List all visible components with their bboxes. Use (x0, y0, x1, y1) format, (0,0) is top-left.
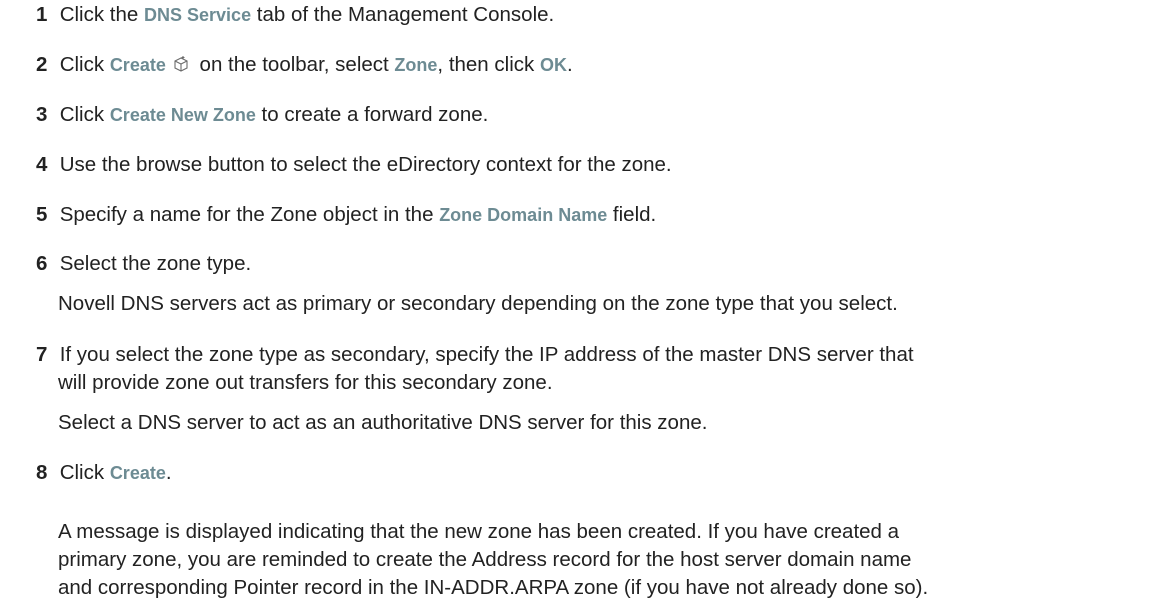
step-text: Select the zone type. (59, 252, 252, 275)
step-number: 8 (36, 461, 48, 484)
step-text: field. (607, 203, 657, 226)
step-8-note-line-3: and corresponding Pointer record in the … (58, 576, 929, 599)
step-8: 8 Click Create. (36, 459, 172, 487)
step-text: Specify a name for the Zone object in th… (59, 203, 440, 226)
step-number: 1 (36, 3, 48, 26)
step-text: Click (59, 53, 110, 76)
ui-term-dns-service: DNS Service (144, 5, 252, 25)
step-1: 1 Click the DNS Service tab of the Manag… (36, 1, 554, 29)
step-2: 2 Click Create on the toolbar, select Zo… (36, 51, 573, 81)
step-6-note: Novell DNS servers act as primary or sec… (58, 292, 898, 315)
step-text: , then click (437, 53, 540, 76)
ui-term-create-new-zone: Create New Zone (109, 105, 256, 125)
step-7: 7 If you select the zone type as seconda… (36, 341, 914, 369)
step-text: . (566, 53, 573, 76)
ui-term-create: Create (109, 463, 166, 483)
create-cube-icon (172, 53, 190, 81)
step-text: to create a forward zone. (255, 103, 489, 126)
ui-term-create: Create (109, 55, 166, 75)
step-3: 3 Click Create New Zone to create a forw… (36, 101, 488, 129)
step-number: 4 (36, 153, 48, 176)
step-7-note: Select a DNS server to act as an authori… (58, 411, 708, 434)
step-text: Click (59, 461, 110, 484)
step-number: 6 (36, 252, 48, 275)
step-text: If you select the zone type as secondary… (59, 343, 914, 366)
step-number: 2 (36, 53, 48, 76)
step-8-note-line-2: primary zone, you are reminded to create… (58, 548, 912, 571)
step-text: Click the (59, 3, 145, 26)
step-8-note-line-1: A message is displayed indicating that t… (58, 520, 900, 543)
step-text: on the toolbar, select (193, 53, 395, 76)
ui-term-ok: OK (539, 55, 567, 75)
step-text: Use the browse button to select the eDir… (59, 153, 672, 176)
ui-term-zone-domain-name: Zone Domain Name (439, 205, 608, 225)
ui-term-zone: Zone (394, 55, 438, 75)
step-5: 5 Specify a name for the Zone object in … (36, 201, 656, 229)
step-7-continuation: will provide zone out transfers for this… (58, 371, 553, 394)
step-text: . (165, 461, 172, 484)
step-6: 6 Select the zone type. (36, 250, 251, 278)
step-text: Click (59, 103, 110, 126)
document-page: 1 Click the DNS Service tab of the Manag… (0, 0, 1152, 609)
step-number: 7 (36, 343, 48, 366)
step-4: 4 Use the browse button to select the eD… (36, 151, 672, 179)
step-text: tab of the Management Console. (251, 3, 555, 26)
step-number: 3 (36, 103, 48, 126)
step-number: 5 (36, 203, 48, 226)
